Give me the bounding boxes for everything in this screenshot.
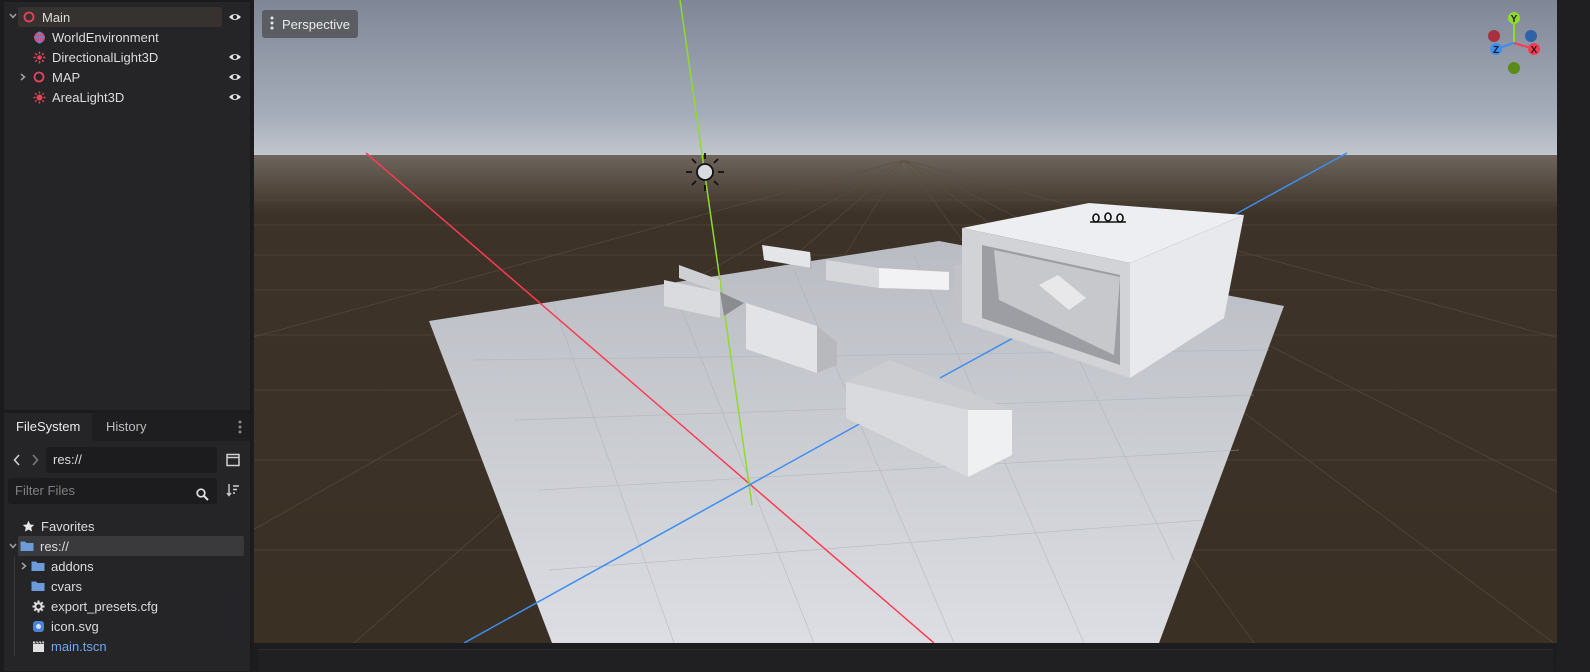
y-axis-label: Y xyxy=(1511,14,1518,25)
z-axis-label: Z xyxy=(1493,45,1499,56)
right-edge-panel xyxy=(1557,0,1590,671)
filter-placeholder: Filter Files xyxy=(15,483,75,498)
scene-node-label: AreaLight3D xyxy=(52,89,125,105)
svg-file-icon xyxy=(31,619,45,633)
x-axis-label: X xyxy=(1531,45,1538,56)
scene-node-label: DirectionalLight3D xyxy=(52,49,159,65)
visibility-eye-icon[interactable] xyxy=(228,10,242,24)
search-icon xyxy=(196,484,209,510)
fs-item-icon-svg[interactable]: icon.svg xyxy=(4,616,250,636)
node3d-icon xyxy=(32,70,46,84)
neg-y-handle[interactable] xyxy=(1508,62,1520,74)
visibility-eye-icon[interactable] xyxy=(228,70,242,84)
scene-file-icon xyxy=(31,639,45,653)
perspective-label: Perspective xyxy=(282,16,350,32)
fs-item-export-presets[interactable]: export_presets.cfg xyxy=(4,596,250,616)
node3d-icon xyxy=(22,10,36,24)
3d-viewport[interactable]: Perspective Y X Z xyxy=(254,0,1557,643)
fs-item-label: main.tscn xyxy=(51,638,107,654)
path-input[interactable]: res:// xyxy=(46,447,217,473)
fs-item-label: icon.svg xyxy=(51,618,99,634)
scene-node-arealight3d[interactable]: AreaLight3D xyxy=(4,87,250,107)
scene-node-label: Main xyxy=(42,9,71,25)
fs-item-label: res:// xyxy=(40,538,69,554)
chevron-right-icon[interactable] xyxy=(18,70,30,85)
scene-node-label: WorldEnvironment xyxy=(52,29,159,45)
filesystem-tabbar: FileSystem History xyxy=(4,413,250,441)
visibility-eye-icon[interactable] xyxy=(228,50,242,64)
scene-node-worldenvironment[interactable]: WorldEnvironment xyxy=(4,27,250,47)
fs-item-label: cvars xyxy=(51,578,83,594)
menu-dots-icon xyxy=(270,16,274,33)
fs-item-label: Favorites xyxy=(41,518,95,534)
chevron-down-icon[interactable] xyxy=(8,539,20,554)
scene-tree-panel: Main WorldEnvironment DirectionalLight3D xyxy=(4,2,250,410)
bottom-panel-bar xyxy=(254,643,1557,672)
tab-filesystem[interactable]: FileSystem xyxy=(4,413,93,441)
star-icon xyxy=(21,519,35,533)
forward-arrow-icon[interactable] xyxy=(30,454,40,469)
left-dock: Main WorldEnvironment DirectionalLight3D xyxy=(0,0,252,671)
scene-node-label: MAP xyxy=(52,69,81,85)
filter-files-input[interactable]: Filter Files xyxy=(8,478,217,504)
perspective-menu-button[interactable]: Perspective xyxy=(262,10,358,38)
folder-icon xyxy=(31,579,45,593)
sky xyxy=(254,0,1557,165)
world-environment-icon xyxy=(32,30,46,44)
chevron-right-icon[interactable] xyxy=(19,559,31,574)
bottom-panel-strip xyxy=(258,649,1553,672)
menu-dots-icon[interactable] xyxy=(238,420,242,437)
toggle-split-mode-icon[interactable] xyxy=(226,453,240,470)
fs-item-label: export_presets.cfg xyxy=(51,598,158,614)
fs-item-label: addons xyxy=(51,558,94,574)
folder-icon xyxy=(31,559,45,573)
chevron-down-icon[interactable] xyxy=(8,11,20,24)
fs-item-cvars[interactable]: cvars xyxy=(4,576,250,596)
visibility-eye-icon[interactable] xyxy=(228,90,242,104)
scene-node-main[interactable]: Main xyxy=(4,7,250,27)
directional-light-icon xyxy=(32,50,46,64)
filesystem-panel: FileSystem History res:// Filter Files F… xyxy=(4,413,250,671)
viewport-scene[interactable] xyxy=(254,0,1557,643)
gear-file-icon xyxy=(31,599,45,613)
orientation-gizmo[interactable]: Y X Z xyxy=(1482,8,1552,78)
fs-item-res-root[interactable]: res:// xyxy=(4,536,250,556)
fs-item-main-tscn[interactable]: main.tscn xyxy=(4,636,250,656)
neg-z-handle[interactable] xyxy=(1525,30,1537,42)
scene-node-map[interactable]: MAP xyxy=(4,67,250,87)
sort-icon[interactable] xyxy=(226,483,240,500)
scene-node-directionallight3d[interactable]: DirectionalLight3D xyxy=(4,47,250,67)
fs-item-favorites[interactable]: Favorites xyxy=(4,516,250,536)
fs-item-addons[interactable]: addons xyxy=(4,556,250,656)
neg-x-handle[interactable] xyxy=(1488,30,1500,42)
tab-history[interactable]: History xyxy=(94,413,158,441)
back-arrow-icon[interactable] xyxy=(12,454,22,469)
light-icon xyxy=(32,90,46,104)
folder-icon xyxy=(20,539,34,553)
